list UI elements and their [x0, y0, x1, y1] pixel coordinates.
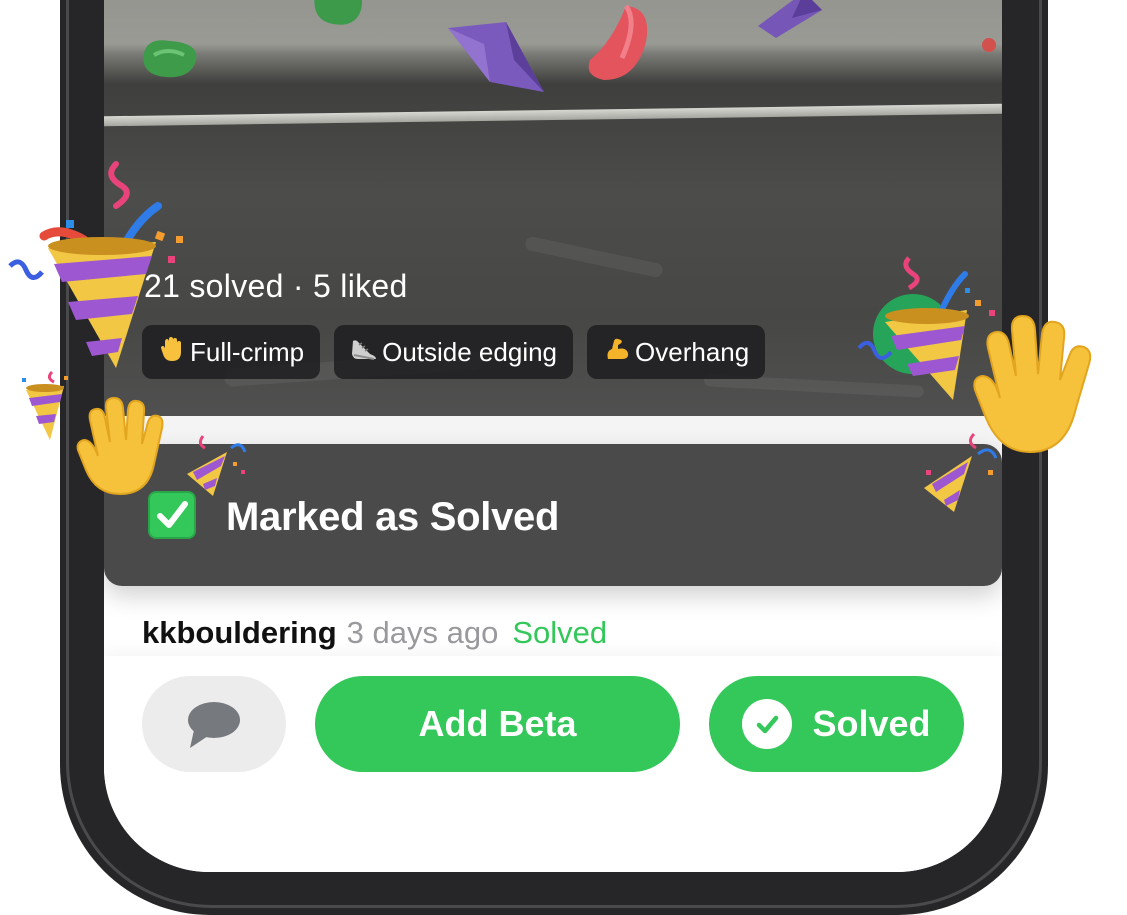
party-popper-icon	[22, 370, 68, 440]
party-popper-icon	[187, 435, 247, 496]
tag-outside-edging[interactable]: Outside edging	[334, 325, 574, 379]
comment-button[interactable]	[142, 676, 286, 772]
timestamp: 3 days ago	[346, 615, 499, 650]
red-hold	[588, 4, 648, 80]
checkmark-circle-icon	[742, 699, 793, 749]
tag-label: Overhang	[635, 336, 750, 367]
tag-overhang[interactable]: Overhang	[587, 325, 766, 379]
status-label: Solved	[512, 615, 608, 650]
party-popper-icon	[8, 161, 183, 368]
tag-label: Full-crimp	[190, 336, 305, 367]
shoe-icon	[350, 337, 378, 368]
speech-bubble-icon	[188, 702, 240, 748]
add-beta-label: Add Beta	[418, 703, 577, 744]
flexed-biceps-icon	[603, 337, 631, 368]
solved-label: Solved	[812, 703, 931, 744]
username[interactable]: kkbouldering	[142, 615, 337, 650]
purple-hold	[448, 22, 544, 92]
green-hold	[143, 40, 197, 78]
tag-label: Outside edging	[382, 336, 558, 367]
solved-button[interactable]: Solved	[709, 676, 964, 772]
green-hold	[314, 0, 362, 25]
check-mark-button-icon	[148, 491, 196, 539]
add-beta-button[interactable]: Add Beta	[315, 676, 680, 772]
style-tags: Full-crimp Outside edging Overhang	[142, 325, 766, 379]
party-popper-icon	[924, 432, 998, 512]
action-bar: Add Beta Solved	[104, 656, 1002, 872]
activity-row: kkbouldering 3 days ago Solved	[142, 615, 607, 651]
toast-message: Marked as Solved	[226, 495, 560, 539]
red-hold	[982, 38, 996, 52]
mat-texture	[524, 235, 664, 279]
purple-hold	[758, 0, 822, 38]
wall-ledge	[104, 103, 1002, 127]
raised-hand-icon	[76, 396, 164, 496]
